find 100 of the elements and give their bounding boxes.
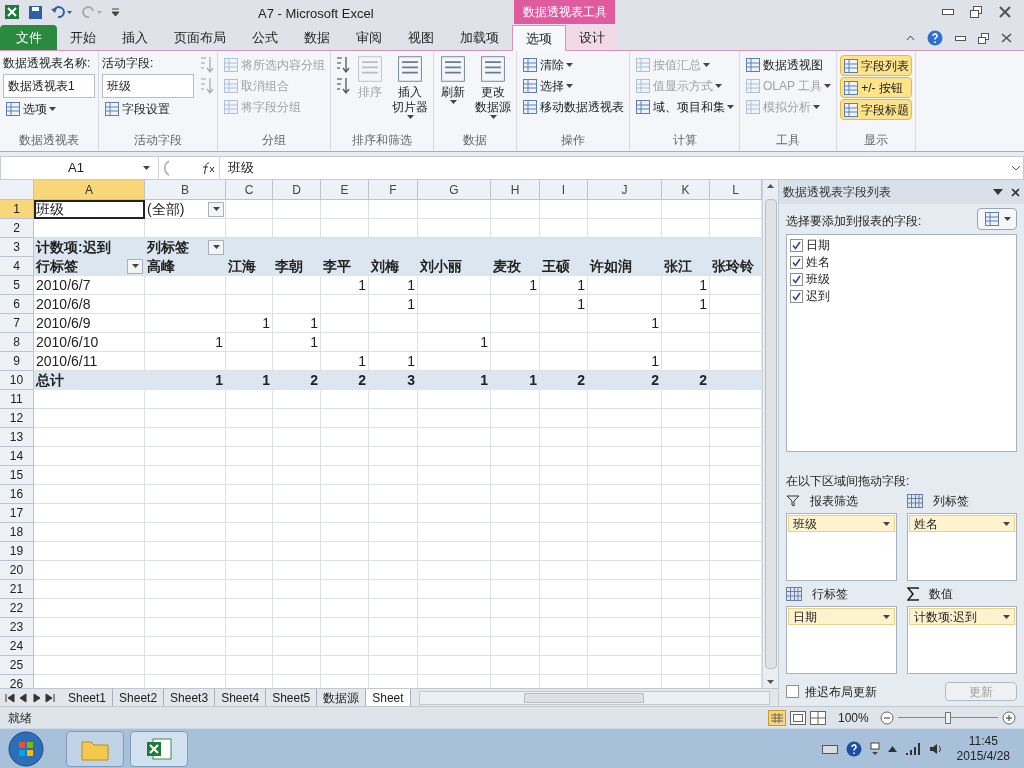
checkbox[interactable] (790, 289, 803, 303)
customize-icon[interactable] (111, 7, 120, 17)
normal-view-icon[interactable] (768, 709, 786, 726)
row-header[interactable]: 22 (0, 599, 34, 618)
checkbox[interactable] (790, 255, 803, 269)
ribbon-tab[interactable]: 页面布局 (161, 26, 239, 50)
ribbon-large-button[interactable]: 插入 切片器 (390, 55, 430, 131)
row-header[interactable]: 24 (0, 637, 34, 656)
row-header[interactable]: 10 (0, 371, 34, 390)
ribbon-button[interactable]: 移动数据透视表 (520, 97, 626, 117)
column-header[interactable]: B (145, 180, 226, 199)
page-break-icon[interactable] (810, 710, 826, 725)
name-box[interactable]: A1 (1, 157, 159, 179)
monitor-icon[interactable] (869, 741, 880, 756)
formula-field[interactable]: 班级 (219, 157, 1009, 179)
row-header[interactable]: 21 (0, 580, 34, 599)
row-header[interactable]: 9 (0, 352, 34, 371)
signal-icon[interactable] (904, 741, 921, 756)
save-icon[interactable] (28, 4, 43, 20)
row-header[interactable]: 13 (0, 428, 34, 447)
zoom-slider[interactable] (898, 710, 998, 725)
area-field-button[interactable]: 日期 (788, 608, 895, 625)
vertical-scrollbar[interactable] (762, 180, 778, 688)
zoom-level[interactable]: 100% (838, 708, 876, 727)
layout-button[interactable] (977, 208, 1017, 230)
ribbon-tab[interactable]: 数据 (291, 26, 343, 50)
row-header[interactable]: 5 (0, 276, 34, 295)
sort-icon[interactable] (334, 55, 350, 75)
row-header[interactable]: 19 (0, 542, 34, 561)
column-header[interactable]: J (588, 180, 662, 199)
ribbon-tab[interactable]: 设计 (566, 26, 618, 50)
row-header[interactable]: 18 (0, 523, 34, 542)
ribbon-tab[interactable]: 审阅 (343, 26, 395, 50)
scroll-up-icon[interactable] (767, 184, 774, 188)
row-header[interactable]: 11 (0, 390, 34, 409)
close-icon[interactable] (1001, 33, 1012, 43)
help-icon[interactable] (845, 740, 862, 757)
ribbon-tab[interactable]: 选项 (512, 25, 566, 51)
zoom-in-icon[interactable] (1002, 710, 1016, 725)
row-header[interactable]: 25 (0, 656, 34, 675)
slider-thumb[interactable] (945, 711, 951, 724)
restore-icon[interactable] (978, 32, 989, 44)
drop-area[interactable]: 姓名 (906, 513, 1017, 581)
scroll-down-icon[interactable] (767, 680, 774, 684)
column-header[interactable]: H (491, 180, 540, 199)
column-header[interactable]: I (540, 180, 588, 199)
text-field[interactable]: 班级 (102, 74, 194, 98)
column-header[interactable]: E (321, 180, 369, 199)
sort-icon[interactable] (334, 76, 350, 96)
toggle-button[interactable]: +/- 按钮 (840, 77, 913, 98)
ribbon-tab[interactable]: 加载项 (447, 26, 512, 50)
column-header[interactable]: G (418, 180, 491, 199)
toggle-button[interactable]: 字段列表 (840, 55, 913, 76)
spreadsheet-logo-icon[interactable] (4, 4, 20, 20)
drop-area[interactable]: 计数项:迟到 (906, 606, 1017, 674)
close-icon[interactable] (1011, 187, 1020, 197)
collapse-ribbon-icon[interactable] (906, 35, 915, 41)
scroll-thumb[interactable] (764, 199, 777, 669)
taskbar-button[interactable] (130, 730, 188, 767)
restore-icon[interactable] (970, 6, 982, 18)
caret-icon[interactable] (993, 189, 1003, 195)
drop-area[interactable]: 班级 (786, 513, 897, 581)
ribbon-button[interactable]: 选择 (520, 76, 626, 96)
row-header[interactable]: 4 (0, 257, 34, 276)
area-field-button[interactable]: 计数项:迟到 (908, 608, 1015, 625)
filter-dropdown-button[interactable] (127, 258, 143, 274)
row-header[interactable]: 3 (0, 238, 34, 257)
row-header[interactable]: 23 (0, 618, 34, 637)
zoom-out-icon[interactable] (880, 710, 894, 725)
filter-dropdown-button[interactable] (208, 201, 224, 217)
help-icon[interactable] (927, 30, 943, 46)
row-header[interactable]: 17 (0, 504, 34, 523)
column-header[interactable]: A (34, 180, 145, 199)
checkbox[interactable] (790, 238, 803, 252)
column-header[interactable]: C (226, 180, 273, 199)
checkbox[interactable] (786, 685, 799, 698)
toggle-button[interactable]: 字段标题 (840, 99, 913, 120)
row-header[interactable]: 20 (0, 561, 34, 580)
checkbox[interactable] (790, 272, 803, 286)
area-field-button[interactable]: 姓名 (908, 515, 1015, 532)
ribbon-tab[interactable]: 公式 (239, 26, 291, 50)
column-header[interactable]: D (273, 180, 321, 199)
row-header[interactable]: 16 (0, 485, 34, 504)
row-header[interactable]: 1 (0, 200, 34, 219)
filter-dropdown-button[interactable] (208, 239, 224, 255)
ribbon-button[interactable]: 选项 (3, 99, 95, 119)
minimize-icon[interactable] (955, 35, 966, 41)
minimize-icon[interactable] (942, 9, 954, 15)
keyboard-icon[interactable] (821, 742, 838, 755)
area-field-button[interactable]: 班级 (788, 515, 895, 532)
row-header[interactable]: 6 (0, 295, 34, 314)
column-header[interactable]: F (369, 180, 418, 199)
speaker-icon[interactable] (928, 741, 943, 756)
sheet-tab[interactable]: Sheet (366, 689, 411, 706)
start-button-icon[interactable] (6, 729, 46, 768)
page-layout-icon[interactable] (790, 710, 806, 725)
ribbon-button[interactable]: 数据透视图 (743, 55, 834, 75)
ribbon-tab[interactable]: 文件 (0, 25, 57, 50)
row-header[interactable]: 2 (0, 219, 34, 238)
column-header[interactable]: K (662, 180, 710, 199)
